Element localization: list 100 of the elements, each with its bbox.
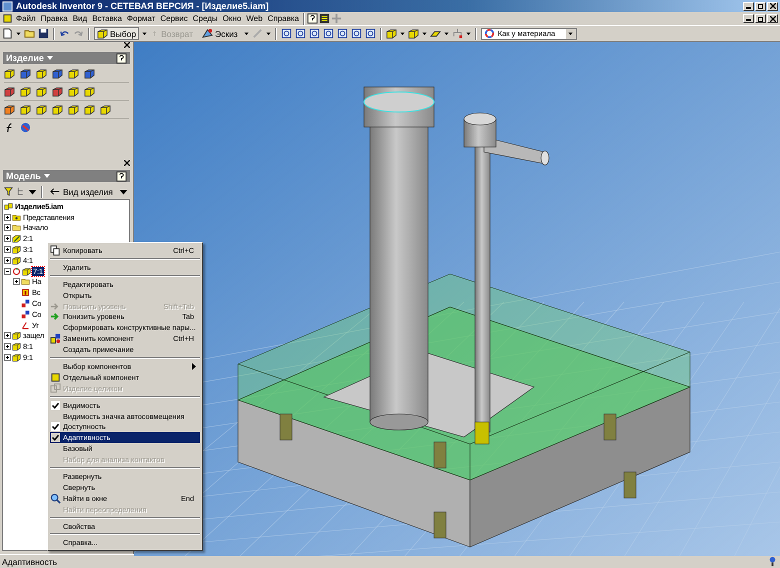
- help-icon[interactable]: [306, 13, 318, 24]
- cube-icon: [12, 331, 21, 340]
- status-text: Адаптивность: [2, 556, 58, 566]
- restore-icon: [758, 16, 764, 22]
- collapse-toggle[interactable]: [4, 268, 11, 275]
- help-icon[interactable]: [116, 52, 127, 64]
- pencil-cube-icon: [12, 234, 21, 244]
- expand-toggle[interactable]: [4, 256, 11, 264]
- filter-icon[interactable]: [4, 187, 13, 196]
- close-icon[interactable]: [124, 42, 130, 48]
- zoom-window-icon[interactable]: [294, 28, 306, 39]
- document-icon: [2, 13, 13, 24]
- cube-icon: [12, 353, 21, 362]
- hierarchy-icon[interactable]: [16, 187, 25, 196]
- cube-icon[interactable]: [52, 68, 63, 79]
- cube-icon: [22, 266, 31, 276]
- cube-icon[interactable]: [68, 86, 79, 97]
- cube-icon[interactable]: [386, 28, 397, 39]
- expand-toggle[interactable]: [13, 278, 20, 286]
- expand-toggle[interactable]: [4, 354, 11, 362]
- sketch-button[interactable]: Эскиз: [198, 27, 241, 40]
- sketch-icon: [202, 28, 213, 39]
- zoom-selected-icon[interactable]: [322, 28, 334, 39]
- save-icon[interactable]: [38, 28, 49, 39]
- adaptive-icon: [12, 266, 21, 276]
- look-at-icon[interactable]: [364, 28, 376, 39]
- expand-toggle[interactable]: [4, 224, 11, 232]
- restore-button[interactable]: [755, 2, 766, 10]
- caret-icon: [400, 31, 405, 36]
- plane-icon[interactable]: [430, 28, 441, 39]
- cube-icon[interactable]: [20, 86, 31, 97]
- panel-header[interactable]: Изделие: [3, 52, 130, 64]
- assembly-icon: [4, 202, 13, 211]
- expand-toggle[interactable]: [4, 332, 11, 340]
- cube-icon[interactable]: [36, 68, 47, 79]
- zoom-all-icon[interactable]: [280, 28, 292, 39]
- hierarchy-icon[interactable]: [452, 28, 463, 39]
- close-icon: [770, 3, 776, 9]
- expand-toggle[interactable]: [4, 246, 11, 254]
- cube-icon[interactable]: [52, 104, 63, 115]
- table-icon[interactable]: [318, 13, 330, 24]
- caret-icon: [16, 31, 21, 36]
- globe-icon[interactable]: [20, 122, 31, 133]
- cube-icon[interactable]: [100, 104, 111, 115]
- magnifier-icon[interactable]: [336, 28, 348, 39]
- app-icon: [2, 0, 13, 12]
- cube-icon[interactable]: [408, 28, 419, 39]
- cube-icon[interactable]: [20, 68, 31, 79]
- menu-item[interactable]: Среды: [190, 14, 220, 23]
- menu-item[interactable]: Файл: [14, 14, 38, 23]
- menu-item[interactable]: Сервис: [158, 14, 190, 23]
- angle-constraint-icon: [21, 320, 30, 330]
- arrow-icon: [50, 311, 61, 322]
- cube-icon[interactable]: [84, 86, 95, 97]
- pan-icon[interactable]: [308, 28, 320, 39]
- network-icon: [767, 556, 778, 567]
- close-icon[interactable]: [124, 160, 130, 166]
- cube-icon[interactable]: [84, 104, 95, 115]
- select-button[interactable]: Выбор: [94, 27, 140, 40]
- submenu-arrow-icon: [192, 362, 196, 370]
- cube-icon[interactable]: [68, 68, 79, 79]
- cube-icon[interactable]: [68, 104, 79, 115]
- cube-icon[interactable]: [84, 68, 95, 79]
- expand-toggle[interactable]: [4, 214, 11, 221]
- menu-item[interactable]: Вставка: [90, 14, 124, 23]
- caret-icon: [118, 187, 128, 196]
- cube-icon[interactable]: [36, 86, 47, 97]
- close-button[interactable]: [767, 2, 778, 10]
- menu-item[interactable]: Окно: [220, 14, 244, 23]
- menu-item[interactable]: Справка: [266, 14, 301, 23]
- cube-icon[interactable]: [4, 104, 15, 115]
- new-file-icon[interactable]: [2, 28, 13, 39]
- close-button[interactable]: [767, 14, 778, 23]
- minimize-icon: [746, 16, 751, 21]
- caret-icon: [46, 56, 53, 60]
- restore-button[interactable]: [755, 14, 766, 23]
- folder-icon: [21, 277, 30, 286]
- undo-icon[interactable]: [59, 28, 70, 39]
- component-icon: [50, 372, 61, 383]
- folder-icon[interactable]: [24, 28, 35, 39]
- menu-item[interactable]: Вид: [70, 14, 90, 23]
- cube-icon[interactable]: [36, 104, 47, 115]
- cube-icon[interactable]: [52, 86, 63, 97]
- menu-item[interactable]: Правка: [38, 14, 70, 23]
- rotate-icon[interactable]: [350, 28, 362, 39]
- arrow-icon: [50, 186, 61, 197]
- minimize-button[interactable]: [743, 2, 754, 10]
- minimize-button[interactable]: [743, 14, 754, 23]
- view-mode-button[interactable]: Вид изделия: [47, 185, 116, 198]
- caret-icon: [244, 31, 249, 36]
- cube-icon[interactable]: [4, 68, 15, 79]
- expand-toggle[interactable]: [4, 235, 11, 242]
- panel-header[interactable]: Модель: [3, 170, 130, 182]
- menu-item[interactable]: Формат: [124, 14, 158, 23]
- cube-icon[interactable]: [20, 104, 31, 115]
- cube-icon[interactable]: [4, 86, 15, 97]
- constraint-icon: [21, 288, 30, 298]
- menu-item[interactable]: Web: [244, 14, 265, 23]
- expand-toggle[interactable]: [4, 343, 11, 350]
- help-icon[interactable]: [116, 170, 127, 182]
